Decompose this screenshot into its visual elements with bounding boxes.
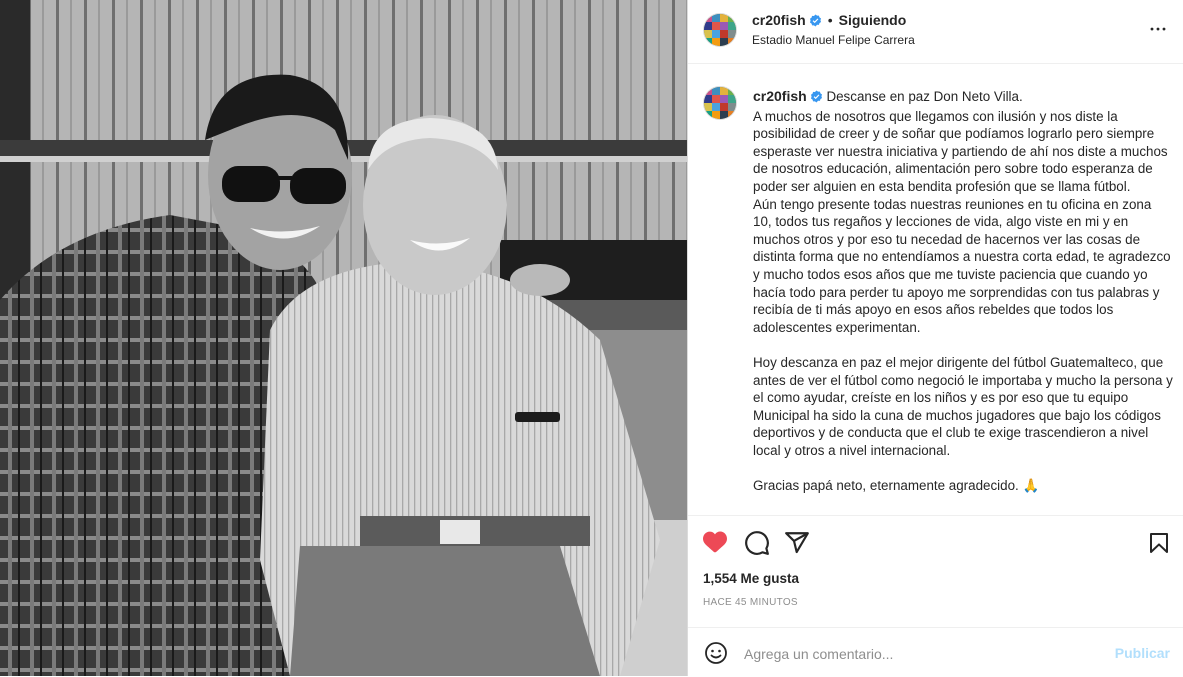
- verified-badge-icon: [809, 14, 822, 30]
- comment-icon[interactable]: [744, 530, 770, 561]
- emoji-icon[interactable]: [704, 641, 728, 670]
- publish-button[interactable]: Publicar: [1115, 645, 1170, 661]
- avatar[interactable]: [703, 13, 737, 47]
- caption-username-link[interactable]: cr20fish: [753, 88, 807, 104]
- caption-text: Descanse en paz Don Neto Villa. A muchos…: [753, 89, 1173, 494]
- heart-icon[interactable]: [702, 530, 728, 559]
- verified-badge-icon: [810, 90, 823, 108]
- more-options-icon[interactable]: [1149, 20, 1167, 43]
- location-link[interactable]: Estadio Manuel Felipe Carrera: [752, 33, 915, 47]
- caption-avatar[interactable]: [703, 86, 737, 120]
- caption-area: cr20fish Descanse en paz Don Neto Villa.…: [688, 64, 1183, 514]
- following-button[interactable]: Siguiendo: [839, 12, 907, 28]
- photo-illustration: [0, 0, 687, 676]
- comment-input[interactable]: [742, 642, 1106, 666]
- avatar-image: [704, 87, 736, 119]
- username-link[interactable]: cr20fish: [752, 12, 806, 28]
- separator-dot: •: [827, 12, 833, 28]
- post-photo[interactable]: [0, 0, 687, 676]
- post-side-panel: cr20fish • Siguiendo Estadio Manuel Felipe…: [687, 0, 1183, 676]
- post-timestamp[interactable]: HACE 45 MINUTOS: [703, 597, 798, 608]
- likes-count[interactable]: 1,554 Me gusta: [703, 571, 799, 586]
- caption-text-block: cr20fish Descanse en paz Don Neto Villa.…: [753, 88, 1173, 495]
- bookmark-icon[interactable]: [1147, 530, 1171, 561]
- header-line: cr20fish • Siguiendo: [752, 12, 906, 30]
- avatar-image: [704, 14, 736, 46]
- share-icon[interactable]: [784, 530, 810, 561]
- action-bar: [688, 515, 1183, 571]
- post-header: cr20fish • Siguiendo Estadio Manuel Felipe…: [688, 0, 1183, 64]
- comment-bar: Publicar: [688, 627, 1183, 677]
